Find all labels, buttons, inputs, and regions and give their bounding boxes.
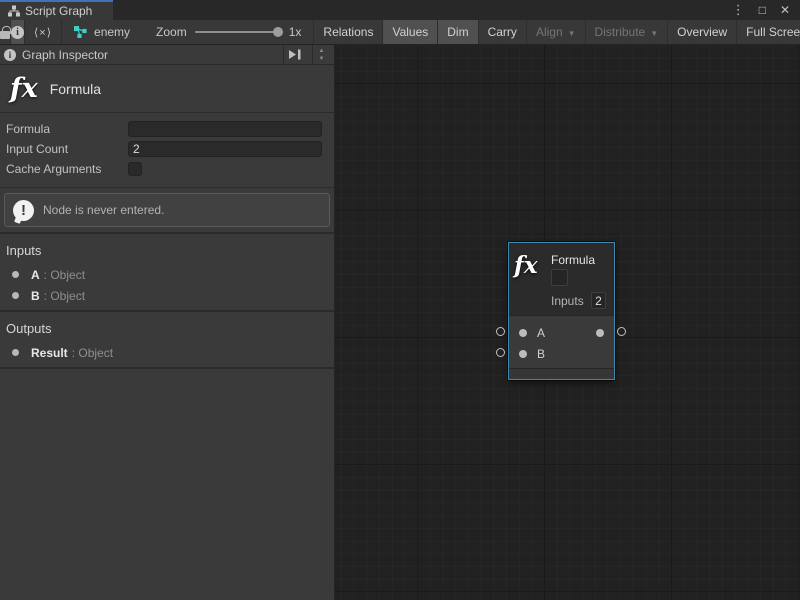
formula-fx-icon: fx xyxy=(10,73,38,104)
tab-script-graph[interactable]: Script Graph xyxy=(0,0,113,20)
toolbar-button-fullscreen[interactable]: Full Screen xyxy=(737,20,800,44)
port-description: Result: Object xyxy=(31,346,113,360)
warning-box: ! Node is never entered. xyxy=(4,193,330,227)
cache-arguments-field-label: Cache Arguments xyxy=(6,162,128,176)
code-preview-button[interactable]: ⟨×⟩ xyxy=(25,20,62,44)
input-port-a[interactable] xyxy=(519,329,527,337)
graph-inspector-panel: i Graph Inspector ▲ ▼ fx Formula Formula… xyxy=(0,45,335,600)
inputs-section-title: Inputs xyxy=(0,240,334,264)
zoom-slider-handle[interactable] xyxy=(273,27,283,37)
toolbar-button-distribute[interactable]: Distribute▼ xyxy=(586,20,669,44)
node-inputs-label: Inputs xyxy=(551,294,584,308)
graph-canvas[interactable]: fx Formula Inputs 2 A B xyxy=(335,45,800,600)
warning-text: Node is never entered. xyxy=(43,203,164,217)
toolbar-button-align[interactable]: Align▼ xyxy=(527,20,586,44)
graph-asset-icon xyxy=(74,26,88,38)
maximize-icon[interactable]: □ xyxy=(759,3,766,17)
node-port-row-a: A xyxy=(509,323,614,343)
field-row-formula: Formula xyxy=(0,119,334,139)
panel-scroll-spinner[interactable]: ▲ ▼ xyxy=(312,45,330,64)
port-dot-icon xyxy=(12,349,19,356)
formula-input[interactable] xyxy=(128,121,322,137)
formula-node-footer xyxy=(509,368,614,378)
code-icon: ⟨×⟩ xyxy=(34,26,52,39)
toolbar-button-overview[interactable]: Overview xyxy=(668,20,737,44)
lock-button[interactable] xyxy=(0,20,11,44)
output-port-row-result: Result: Object xyxy=(0,342,334,363)
node-title: Formula xyxy=(551,253,595,267)
node-inputs-value-field[interactable]: 2 xyxy=(591,292,606,309)
tab-label: Script Graph xyxy=(25,4,92,18)
divider xyxy=(0,367,334,369)
dock-panel-icon[interactable] xyxy=(283,45,306,64)
toolbar-button-carry[interactable]: Carry xyxy=(479,20,527,44)
formula-field-label: Formula xyxy=(6,122,128,136)
outputs-section: Outputs Result: Object xyxy=(0,312,334,367)
zoom-label: Zoom xyxy=(156,25,187,39)
window-controls: ⋮ □ ✕ xyxy=(732,0,800,20)
graph-breadcrumb[interactable]: enemy xyxy=(62,20,144,44)
unit-settings: Formula Input Count Cache Arguments xyxy=(0,113,334,187)
chevron-down-icon: ▼ xyxy=(568,29,576,38)
toolbar-button-relations[interactable]: Relations xyxy=(314,20,383,44)
lock-icon xyxy=(0,31,10,39)
input-port-row-a: A: Object xyxy=(0,264,334,285)
inspector-title: Graph Inspector xyxy=(22,48,277,62)
chevron-down-icon: ▼ xyxy=(650,29,658,38)
toolbar-button-values[interactable]: Values xyxy=(383,20,438,44)
graph-toolbar: i ⟨×⟩ enemy Zoom 1x Relations Values Dim… xyxy=(0,20,800,45)
formula-node-header[interactable]: fx Formula Inputs 2 xyxy=(509,243,614,315)
window-tab-bar: Script Graph ⋮ □ ✕ xyxy=(0,0,800,20)
node-formula-inline-field[interactable] xyxy=(551,269,568,286)
zoom-control: Zoom 1x xyxy=(144,20,314,44)
port-dot-icon xyxy=(12,292,19,299)
external-port-ring-b[interactable] xyxy=(496,348,505,357)
chevron-up-icon[interactable]: ▲ xyxy=(319,48,325,54)
graph-hierarchy-icon xyxy=(8,5,20,17)
chevron-down-icon[interactable]: ▼ xyxy=(319,56,325,62)
output-port-result[interactable] xyxy=(596,329,604,337)
input-count-input[interactable] xyxy=(128,141,322,157)
external-port-ring-a[interactable] xyxy=(496,327,505,336)
outputs-section-title: Outputs xyxy=(0,318,334,342)
external-port-ring-result[interactable] xyxy=(617,327,626,336)
window-menu-icon[interactable]: ⋮ xyxy=(732,2,745,18)
port-label: B xyxy=(537,347,545,361)
zoom-value: 1x xyxy=(289,25,302,39)
info-toggle-button[interactable]: i xyxy=(11,20,25,44)
input-port-row-b: B: Object xyxy=(0,285,334,306)
cache-arguments-checkbox[interactable] xyxy=(128,162,142,176)
input-count-field-label: Input Count xyxy=(6,142,128,156)
info-icon: i xyxy=(4,49,16,61)
info-icon: i xyxy=(11,26,24,39)
port-label: A xyxy=(537,326,545,340)
formula-fx-icon: fx xyxy=(514,252,538,279)
port-dot-icon xyxy=(12,271,19,278)
close-icon[interactable]: ✕ xyxy=(780,3,790,17)
unit-name: Formula xyxy=(50,81,101,97)
formula-node[interactable]: fx Formula Inputs 2 A B xyxy=(508,242,615,380)
graph-asset-name: enemy xyxy=(94,25,130,39)
formula-node-ports: A B xyxy=(509,315,614,368)
warning-bubble-icon: ! xyxy=(13,200,34,221)
field-row-input-count: Input Count xyxy=(0,139,334,159)
inputs-section: Inputs A: Object B: Object xyxy=(0,234,334,310)
field-row-cache-arguments: Cache Arguments xyxy=(0,159,334,179)
input-port-b[interactable] xyxy=(519,350,527,358)
graph-inspector-header: i Graph Inspector ▲ ▼ xyxy=(0,45,334,65)
toolbar-button-dim[interactable]: Dim xyxy=(438,20,478,44)
port-description: A: Object xyxy=(31,268,85,282)
warning-container: ! Node is never entered. xyxy=(0,188,334,232)
node-port-row-b: B xyxy=(509,344,614,364)
port-description: B: Object xyxy=(31,289,85,303)
zoom-slider[interactable] xyxy=(195,31,281,33)
selected-unit-title: fx Formula xyxy=(0,65,334,112)
